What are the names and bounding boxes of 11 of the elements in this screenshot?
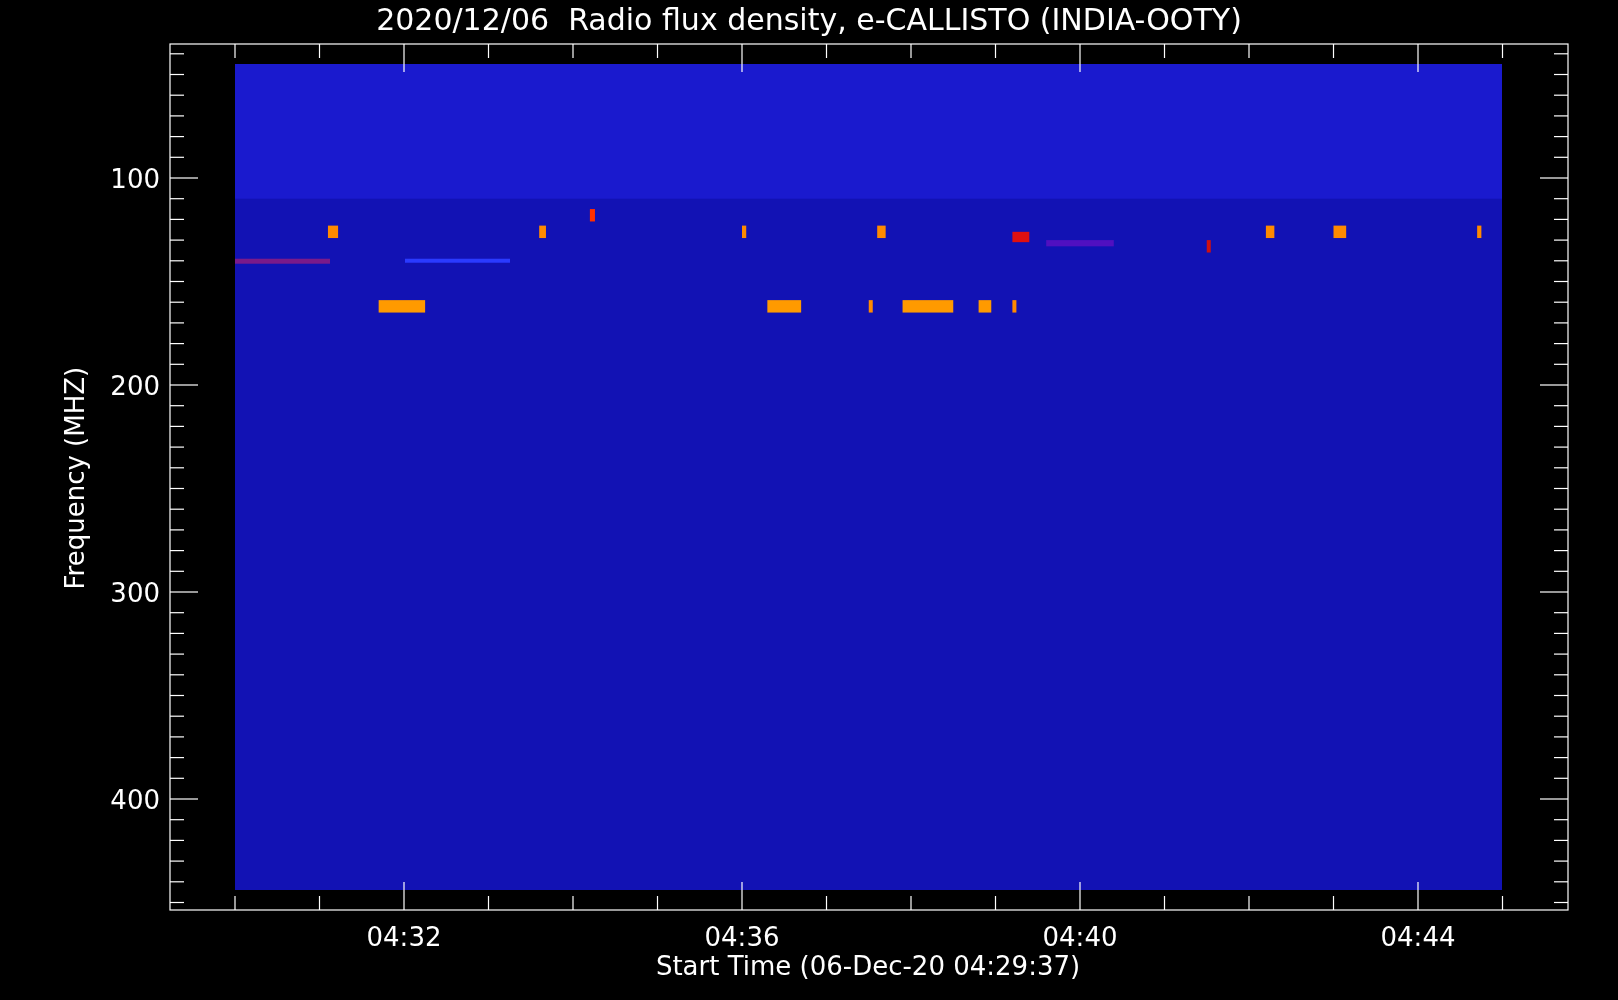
y-tick-label: 100	[110, 164, 160, 194]
y-axis-label: Frequency (MHZ)	[60, 366, 90, 590]
x-tick-label: 04:40	[1042, 922, 1118, 952]
x-tick-label: 04:36	[704, 922, 780, 952]
y-tick-label: 200	[110, 371, 160, 401]
y-tick-label: 300	[110, 578, 160, 608]
x-axis-label: Start Time (06-Dec-20 04:29:37)	[655, 951, 1081, 981]
x-tick-label: 04:32	[366, 922, 442, 952]
x-tick-label: 04:44	[1380, 922, 1456, 952]
chart-title: 2020/12/06 Radio flux density, e-CALLISTO (INDIA-OOTY)	[376, 2, 1242, 37]
y-tick-label: 400	[110, 785, 160, 815]
